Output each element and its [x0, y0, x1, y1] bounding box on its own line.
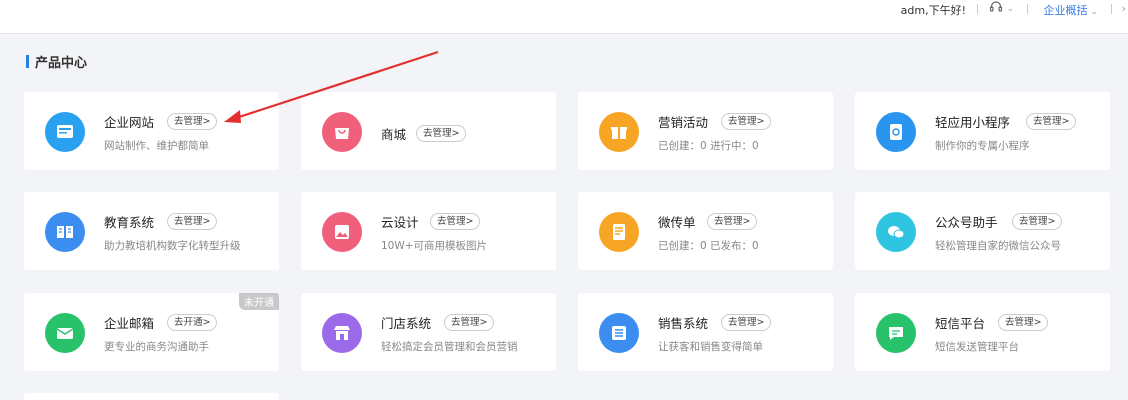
product-card[interactable]: 轻应用小程序 去管理> 制作你的专属小程序	[855, 92, 1110, 170]
wechat-icon	[876, 212, 916, 252]
product-description: 轻松搞定会员管理和会员营销	[381, 341, 518, 353]
chevron-down-icon: ⌄	[1006, 4, 1014, 14]
product-title: 销售系统	[658, 316, 709, 331]
website-icon	[45, 112, 85, 152]
flyer-icon	[599, 212, 639, 252]
product-title: 云设计	[381, 215, 419, 230]
product-title: 微传单	[658, 215, 696, 230]
shop-bag-icon	[322, 112, 362, 152]
store-icon	[322, 313, 362, 353]
product-card[interactable]: 企业邮箱 去开通> 更专业的商务沟通助手 未开通	[24, 293, 279, 371]
product-description: 更专业的商务沟通助手	[104, 341, 209, 353]
product-card[interactable]: 微传单 去管理> 已创建：0 已发布：0	[578, 192, 833, 270]
manage-button[interactable]: 去管理>	[1026, 113, 1077, 130]
customer-service-button[interactable]: ⌄	[989, 0, 1014, 14]
product-card[interactable]	[24, 393, 279, 400]
manage-button[interactable]: 去管理>	[167, 213, 218, 230]
divider	[1111, 4, 1112, 14]
manage-button[interactable]: 去管理>	[721, 314, 772, 331]
product-card[interactable]: 销售系统 去管理> 让获客和销售变得简单	[578, 293, 833, 371]
product-description: 轻松管理自家的微信公众号	[935, 240, 1061, 252]
product-title: 短信平台	[935, 316, 986, 331]
sms-icon	[876, 313, 916, 353]
product-title: 教育系统	[104, 215, 155, 230]
greeting-text: adm,下午好!	[900, 4, 966, 17]
image-icon	[322, 212, 362, 252]
product-description: 制作你的专属小程序	[935, 140, 1030, 152]
manage-button[interactable]: 去开通>	[167, 314, 218, 331]
manage-button[interactable]: 去管理>	[444, 314, 495, 331]
manage-button[interactable]: 去管理>	[998, 314, 1049, 331]
more-button[interactable]: ›	[1122, 2, 1126, 15]
product-title: 公众号助手	[935, 215, 998, 230]
product-card[interactable]: 商城 去管理>	[301, 92, 556, 170]
manage-button[interactable]: 去管理>	[416, 125, 467, 142]
product-card[interactable]: 营销活动 去管理> 已创建：0 进行中：0	[578, 92, 833, 170]
top-bar: adm,下午好! ⌄ 企业概括 ⌄ ›	[0, 0, 1128, 34]
mini-app-icon	[876, 112, 916, 152]
manage-button[interactable]: 去管理>	[167, 113, 218, 130]
product-title: 营销活动	[658, 115, 709, 130]
mail-icon	[45, 313, 85, 353]
product-description: 已创建：0 进行中：0	[658, 140, 759, 152]
gift-icon	[599, 112, 639, 152]
section-accent-bar	[26, 55, 29, 68]
manage-button[interactable]: 去管理>	[707, 213, 758, 230]
product-title: 企业邮箱	[104, 316, 155, 331]
org-overview-label: 企业概括	[1043, 4, 1088, 17]
product-title: 轻应用小程序	[935, 115, 1011, 130]
product-title: 企业网站	[104, 115, 155, 130]
product-description: 助力教培机构数字化转型升级	[104, 240, 241, 252]
product-card[interactable]: 教育系统 去管理> 助力教培机构数字化转型升级	[24, 192, 279, 270]
product-card[interactable]: 企业网站 去管理> 网站制作、维护都简单	[24, 92, 279, 170]
product-title: 门店系统	[381, 316, 432, 331]
manage-button[interactable]: 去管理>	[721, 113, 772, 130]
product-card[interactable]: 门店系统 去管理> 轻松搞定会员管理和会员营销	[301, 293, 556, 371]
status-badge: 未开通	[239, 293, 279, 310]
product-description: 网站制作、维护都简单	[104, 140, 209, 152]
product-card[interactable]: 短信平台 去管理> 短信发送管理平台	[855, 293, 1110, 371]
product-card[interactable]: 云设计 去管理> 10W+可商用模板图片	[301, 192, 556, 270]
section-title-text: 产品中心	[35, 56, 88, 71]
section-title: 产品中心	[26, 53, 88, 71]
product-description: 已创建：0 已发布：0	[658, 240, 759, 252]
divider	[977, 4, 978, 14]
book-icon	[45, 212, 85, 252]
product-description: 让获客和销售变得简单	[658, 341, 763, 353]
manage-button[interactable]: 去管理>	[430, 213, 481, 230]
chevron-down-icon: ⌄	[1090, 7, 1098, 17]
manage-button[interactable]: 去管理>	[1012, 213, 1063, 230]
product-description: 短信发送管理平台	[935, 341, 1019, 353]
product-card[interactable]: 公众号助手 去管理> 轻松管理自家的微信公众号	[855, 192, 1110, 270]
product-description: 10W+可商用模板图片	[381, 240, 488, 252]
divider	[1027, 4, 1028, 14]
list-icon	[599, 313, 639, 353]
product-title: 商城	[381, 127, 407, 142]
headset-icon	[990, 1, 1003, 12]
org-overview-menu[interactable]: 企业概括 ⌄	[1043, 2, 1098, 18]
